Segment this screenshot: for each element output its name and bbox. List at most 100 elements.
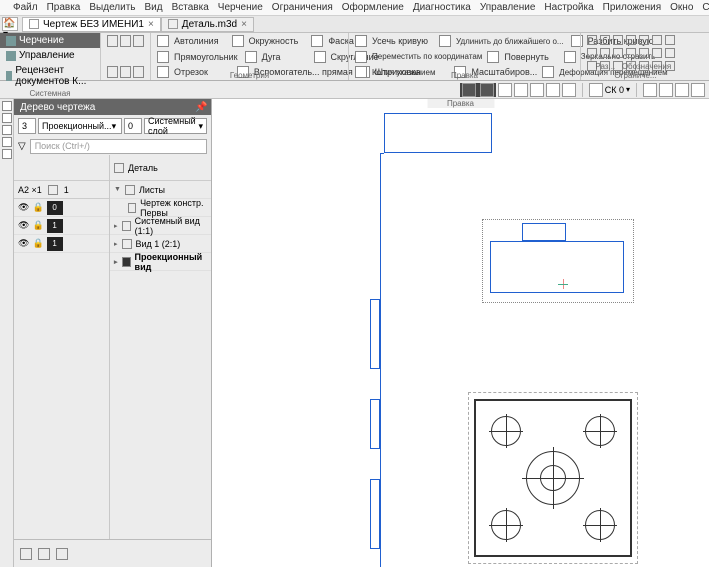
pin-icon[interactable]: 📌 — [195, 102, 205, 112]
close-icon[interactable]: × — [241, 19, 247, 30]
dim-icon[interactable] — [613, 48, 623, 58]
ctx-icon[interactable] — [643, 83, 657, 97]
menu-design[interactable]: Оформление — [342, 2, 404, 13]
save-icon[interactable] — [133, 35, 144, 47]
menu-window[interactable]: Окно — [670, 2, 693, 13]
view-row-ctrl[interactable]: 👁🔒1 — [14, 235, 109, 253]
menu-insert[interactable]: Вставка — [172, 2, 209, 13]
dim-icon[interactable] — [639, 35, 649, 45]
ctx-icon[interactable] — [659, 83, 673, 97]
dim-icon[interactable] — [626, 35, 636, 45]
menu-manage[interactable]: Управление — [480, 2, 536, 13]
left-toolstrip — [0, 99, 14, 567]
dim-icon[interactable] — [665, 48, 675, 58]
menu-view[interactable]: Вид — [145, 2, 163, 13]
menu-select[interactable]: Выделить — [89, 2, 135, 13]
view-node-proj[interactable]: ▸Проекционный вид — [110, 253, 211, 271]
new-icon[interactable] — [107, 35, 118, 47]
layer-select[interactable]: Системный слой ▾ — [144, 118, 207, 134]
ribbon-tab-drawing[interactable]: Черчение — [0, 33, 100, 48]
tool-icon[interactable] — [2, 101, 12, 111]
origin-marker — [558, 279, 568, 289]
search-input[interactable]: Поиск (Ctrl+/) — [30, 139, 207, 154]
tool-icon[interactable] — [2, 137, 12, 147]
menu-constraints[interactable]: Ограничения — [272, 2, 333, 13]
trim-icon[interactable] — [355, 35, 367, 47]
menu-settings[interactable]: Настройка — [544, 2, 593, 13]
menu-help[interactable]: Справка — [702, 2, 709, 13]
dim-icon[interactable] — [665, 35, 675, 45]
dim-icon[interactable] — [613, 35, 623, 45]
sheet-format[interactable]: А2 ×1 1 — [14, 181, 109, 199]
ctx-icon[interactable] — [562, 83, 576, 97]
text-icon[interactable] — [600, 48, 610, 58]
ctx-icon[interactable] — [530, 83, 544, 97]
ribbon-tab-review[interactable]: Рецензент документов К... — [0, 63, 100, 89]
col-b: Деталь ▼Листы Чертеж констр. Первы ▸Сист… — [110, 155, 211, 539]
dim-icon[interactable] — [652, 35, 662, 45]
view-node-sys[interactable]: ▸Системный вид (1:1) — [110, 217, 211, 235]
dim-icon[interactable] — [587, 35, 597, 45]
fillet-icon[interactable] — [314, 51, 326, 63]
undo-icon[interactable] — [120, 66, 131, 78]
view-row-ctrl[interactable]: 👁🔒0 — [14, 199, 109, 217]
ctx-icon[interactable] — [675, 83, 689, 97]
dim-icon[interactable] — [600, 35, 610, 45]
redo-icon[interactable] — [133, 66, 144, 78]
ribbon-sys-label: Системная — [0, 89, 100, 98]
dim-icon[interactable] — [626, 48, 636, 58]
layer-num[interactable]: 0 — [124, 118, 142, 134]
open-icon[interactable] — [120, 35, 131, 47]
sheets-icon — [125, 185, 135, 195]
arc-icon[interactable] — [245, 51, 257, 63]
extend-icon[interactable] — [439, 35, 451, 47]
doc-tab-part[interactable]: Деталь.m3d × — [161, 17, 254, 32]
tool-icon[interactable] — [2, 125, 12, 135]
menu-edit[interactable]: Правка — [47, 2, 81, 13]
bottom-icon[interactable] — [38, 548, 50, 560]
filter-icon[interactable]: ▽ — [18, 141, 26, 152]
tool-icon[interactable] — [2, 113, 12, 123]
sheet-node[interactable]: Чертеж констр. Первы — [110, 199, 211, 217]
rect-icon[interactable] — [157, 51, 169, 63]
drawing-canvas[interactable]: Правка — [212, 99, 709, 567]
ctx-icon[interactable] — [589, 83, 603, 97]
dim-icon[interactable] — [587, 48, 597, 58]
ribbon-tab-manage[interactable]: Управление — [0, 48, 100, 63]
ctx-icon[interactable] — [691, 83, 705, 97]
view-row-ctrl[interactable]: 👁🔒1 — [14, 217, 109, 235]
doc-icon — [168, 19, 178, 29]
bottom-icon[interactable] — [56, 548, 68, 560]
dim-icon[interactable] — [652, 48, 662, 58]
context-dark — [460, 83, 496, 97]
panel-title: Дерево чертежа 📌 — [14, 99, 211, 115]
sheets-node[interactable]: ▼Листы — [110, 181, 211, 199]
circle-icon[interactable] — [232, 35, 244, 47]
close-icon[interactable]: × — [148, 19, 154, 30]
dim-icon[interactable] — [639, 48, 649, 58]
menu-diag[interactable]: Диагностика — [413, 2, 471, 13]
menu-drawing[interactable]: Черчение — [218, 2, 263, 13]
doc-tabbar: 🏠▾ Чертеж БЕЗ ИМЕНИ1 × Деталь.m3d × — [0, 16, 709, 33]
move-icon[interactable] — [355, 51, 367, 63]
print-icon[interactable] — [107, 66, 118, 78]
ctx-icon[interactable] — [498, 83, 512, 97]
ctx-icon[interactable] — [480, 83, 494, 97]
mirror-icon[interactable] — [564, 51, 576, 63]
autoline-icon[interactable] — [157, 35, 169, 47]
proj-select[interactable]: Проекционный... ▾ — [38, 118, 122, 134]
ctx-icon[interactable] — [546, 83, 560, 97]
rotate-icon[interactable] — [487, 51, 499, 63]
ribbon-group-dim: Раз... Обозначения Ограниче... — [580, 33, 690, 80]
proj-num[interactable]: 3 — [18, 118, 36, 134]
view-node-1[interactable]: ▸Вид 1 (2:1) — [110, 235, 211, 253]
menu-apps[interactable]: Приложения — [603, 2, 662, 13]
ctx-icon[interactable] — [514, 83, 528, 97]
doc-tab-drawing[interactable]: Чертеж БЕЗ ИМЕНИ1 × — [22, 17, 161, 32]
bottom-icon[interactable] — [20, 548, 32, 560]
home-button[interactable]: 🏠▾ — [2, 17, 18, 31]
tool-icon[interactable] — [2, 149, 12, 159]
menu-file[interactable]: Файл — [13, 2, 38, 13]
ctx-icon[interactable] — [462, 83, 476, 97]
chamfer-icon[interactable] — [311, 35, 323, 47]
